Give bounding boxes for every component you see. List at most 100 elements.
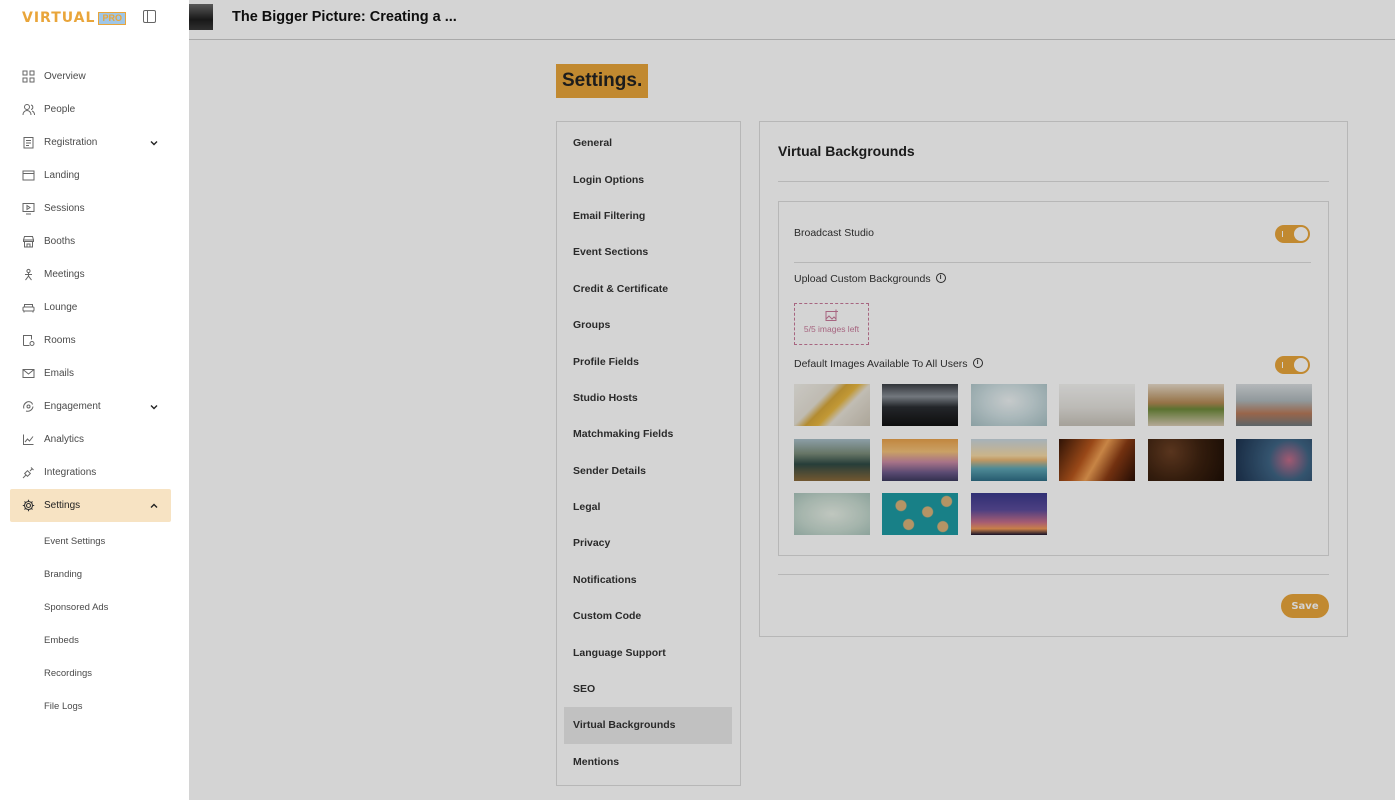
chart-line-icon <box>22 433 35 446</box>
settings-menu-item[interactable]: Email Filtering <box>557 198 732 234</box>
settings-menu-item[interactable]: Groups <box>557 307 732 343</box>
background-image-tile[interactable] <box>794 384 870 426</box>
settings-menu-item[interactable]: General <box>557 125 732 161</box>
image-add-icon <box>825 309 838 321</box>
settings-menu-item[interactable]: Language Support <box>557 634 732 670</box>
settings-menu-item[interactable]: Notifications <box>557 562 732 598</box>
sidebar-item-label: Integrations <box>44 467 97 478</box>
sidebar-item-people[interactable]: People <box>10 93 171 126</box>
logo-badge: PRO <box>98 11 126 25</box>
settings-menu-item[interactable]: Sender Details <box>557 453 732 489</box>
meeting-icon <box>22 268 35 281</box>
play-screen-icon <box>22 202 35 215</box>
sidebar-header: VIRTUAL PRO <box>22 9 182 27</box>
browser-icon <box>22 169 35 182</box>
storefront-icon <box>22 235 35 248</box>
sidebar-item-analytics[interactable]: Analytics <box>10 423 171 456</box>
settings-menu-item-active[interactable]: Virtual Backgrounds <box>564 707 732 744</box>
settings-menu-item[interactable]: Studio Hosts <box>557 380 732 416</box>
sidebar-item-label: Sessions <box>44 203 85 214</box>
sidebar-item-sessions[interactable]: Sessions <box>10 192 171 225</box>
settings-menu-item[interactable]: Privacy <box>557 525 732 561</box>
background-image-tile[interactable] <box>1236 439 1312 481</box>
page-title: Settings. <box>556 64 649 98</box>
background-image-tile[interactable] <box>971 439 1047 481</box>
background-image-tile[interactable] <box>971 384 1047 426</box>
upload-image-dropzone[interactable]: 5/5 images left <box>794 303 869 345</box>
sidebar-item-landing[interactable]: Landing <box>10 159 171 192</box>
info-icon[interactable]: i <box>935 273 946 284</box>
save-button[interactable]: Save <box>1281 594 1329 618</box>
sidebar-item-emails[interactable]: Emails <box>10 357 171 390</box>
settings-menu-item[interactable]: Matchmaking Fields <box>557 416 732 452</box>
submenu-item-recordings[interactable]: Recordings <box>10 657 171 690</box>
sidebar-item-label: Analytics <box>44 434 85 445</box>
submenu-item-file-logs[interactable]: File Logs <box>10 690 171 723</box>
upload-remaining-text: 5/5 images left <box>803 324 860 334</box>
sidebar-item-label: Settings <box>44 500 81 511</box>
background-image-tile[interactable] <box>1148 384 1224 426</box>
sidebar-item-label: Lounge <box>44 302 78 313</box>
settings-menu-item[interactable]: Mentions <box>557 744 732 780</box>
app-logo[interactable]: VIRTUAL PRO <box>22 9 126 27</box>
settings-submenu: Event Settings Branding Sponsored Ads Em… <box>10 525 171 723</box>
sidebar-item-settings[interactable]: Settings <box>10 489 171 522</box>
info-icon[interactable]: i <box>972 358 983 369</box>
sidebar-item-label: Landing <box>44 170 80 181</box>
sidebar-item-overview[interactable]: Overview <box>10 60 171 93</box>
sidebar-item-registration[interactable]: Registration <box>10 126 171 159</box>
settings-menu-item[interactable]: Credit & Certificate <box>557 271 732 307</box>
sidebar-item-meetings[interactable]: Meetings <box>10 258 171 291</box>
clipboard-icon <box>22 136 35 149</box>
sofa-icon <box>22 301 35 314</box>
divider <box>778 181 1329 182</box>
default-images-toggle[interactable] <box>1275 356 1310 374</box>
upload-custom-label: Upload Custom Backgrounds i <box>794 273 946 285</box>
event-title: The Bigger Picture: Creating a ... <box>232 9 457 25</box>
sidebar-item-rooms[interactable]: Rooms <box>10 324 171 357</box>
sidebar-item-integrations[interactable]: Integrations <box>10 456 171 489</box>
background-image-tile[interactable] <box>794 493 870 535</box>
background-image-tile[interactable] <box>1236 384 1312 426</box>
virtual-backgrounds-panel: Virtual Backgrounds Broadcast Studio Upl… <box>759 121 1348 637</box>
logo-text: VIRTUAL <box>22 10 96 26</box>
sidebar-item-label: Registration <box>44 137 98 148</box>
background-image-tile[interactable] <box>1059 384 1135 426</box>
background-image-tile[interactable] <box>1148 439 1224 481</box>
chevron-up-icon[interactable] <box>149 501 159 511</box>
default-images-label-text: Default Images Available To All Users <box>794 358 968 370</box>
background-image-tile[interactable] <box>1059 439 1135 481</box>
sidebar-collapse-icon[interactable] <box>143 10 156 23</box>
sidebar: VIRTUAL PRO Overview People Registration… <box>0 0 189 800</box>
chevron-down-icon[interactable] <box>149 402 159 412</box>
settings-menu-item[interactable]: Legal <box>557 489 732 525</box>
sidebar-item-label: Meetings <box>44 269 85 280</box>
background-image-tile[interactable] <box>971 493 1047 535</box>
sidebar-item-label: Engagement <box>44 401 101 412</box>
sidebar-item-label: Rooms <box>44 335 76 346</box>
engagement-icon <box>22 400 35 413</box>
settings-menu-item[interactable]: SEO <box>557 671 732 707</box>
submenu-item-event-settings[interactable]: Event Settings <box>10 525 171 558</box>
sidebar-item-label: Overview <box>44 71 86 82</box>
settings-menu-item[interactable]: Login Options <box>557 161 732 197</box>
submenu-item-branding[interactable]: Branding <box>10 558 171 591</box>
background-image-tile[interactable] <box>882 439 958 481</box>
room-icon <box>22 334 35 347</box>
background-image-tile[interactable] <box>794 439 870 481</box>
sidebar-item-lounge[interactable]: Lounge <box>10 291 171 324</box>
sidebar-item-label: People <box>44 104 76 115</box>
submenu-item-sponsored-ads[interactable]: Sponsored Ads <box>10 591 171 624</box>
sidebar-item-engagement[interactable]: Engagement <box>10 390 171 423</box>
sidebar-item-label: Emails <box>44 368 75 379</box>
broadcast-studio-label: Broadcast Studio <box>794 227 874 239</box>
submenu-item-embeds[interactable]: Embeds <box>10 624 171 657</box>
settings-menu-item[interactable]: Custom Code <box>557 598 732 634</box>
background-image-tile[interactable] <box>882 493 958 535</box>
background-image-tile[interactable] <box>882 384 958 426</box>
broadcast-studio-toggle[interactable] <box>1275 225 1310 243</box>
settings-menu-item[interactable]: Profile Fields <box>557 343 732 379</box>
chevron-down-icon[interactable] <box>149 138 159 148</box>
sidebar-item-booths[interactable]: Booths <box>10 225 171 258</box>
settings-menu-item[interactable]: Event Sections <box>557 234 732 270</box>
